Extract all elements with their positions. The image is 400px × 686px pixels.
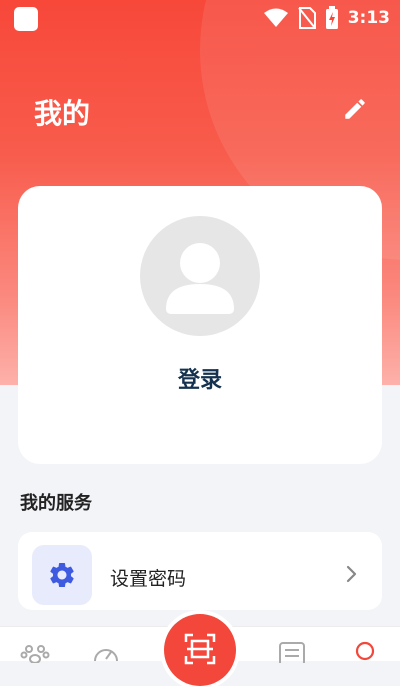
person-avatar-icon bbox=[166, 243, 234, 314]
service-item-set-password[interactable]: 设置密码 bbox=[18, 532, 382, 610]
service-icon-container bbox=[32, 545, 92, 605]
wifi-icon bbox=[263, 8, 288, 27]
scan-button[interactable] bbox=[164, 614, 236, 686]
app-icon bbox=[14, 7, 38, 31]
service-item-label: 设置密码 bbox=[110, 568, 187, 590]
avatar[interactable] bbox=[140, 216, 260, 336]
status-bar: 3:13 bbox=[0, 0, 400, 36]
profile-card[interactable]: 登录 bbox=[18, 186, 382, 464]
pencil-icon bbox=[345, 99, 365, 119]
gear-icon bbox=[50, 563, 74, 587]
section-title-services: 我的服务 bbox=[20, 493, 92, 514]
page-title: 我的 bbox=[34, 97, 91, 130]
status-time: 3:13 bbox=[347, 8, 390, 28]
battery-charging-icon bbox=[325, 6, 338, 29]
edit-button[interactable] bbox=[340, 94, 370, 124]
login-button[interactable]: 登录 bbox=[18, 362, 382, 394]
scan-icon bbox=[184, 633, 216, 665]
no-sim-icon bbox=[297, 7, 316, 29]
chevron-right-icon bbox=[346, 565, 357, 583]
